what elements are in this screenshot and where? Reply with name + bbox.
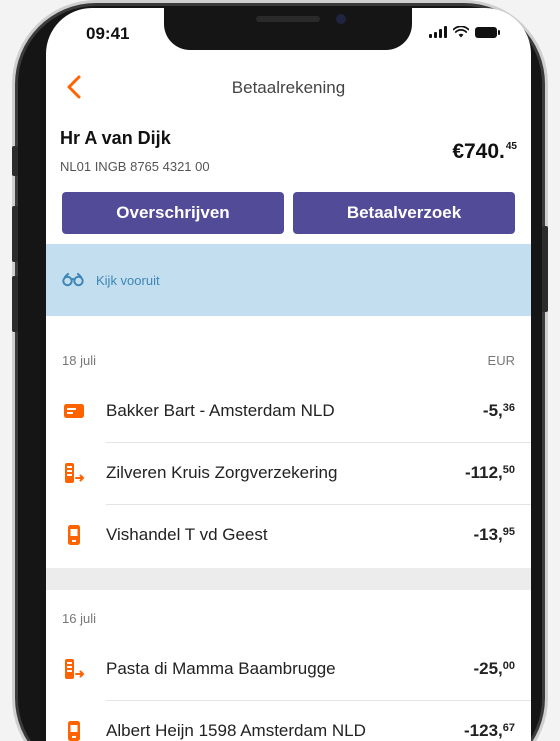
transaction-amount: -5,36 [483, 401, 515, 421]
transaction-amount: -13,95 [473, 525, 515, 545]
action-buttons: Overschrijven Betaalverzoek [62, 192, 515, 234]
transfer-button[interactable]: Overschrijven [62, 192, 284, 234]
amount-cents: 50 [502, 464, 515, 476]
transaction-row[interactable]: Zilveren Kruis Zorgverzekering -112,50 [46, 442, 531, 504]
notch [164, 8, 412, 50]
nav-bar: Betaalrekening [46, 70, 531, 106]
date-header: 18 juli EUR [46, 340, 531, 380]
transaction-amount: -25,00 [473, 659, 515, 679]
look-ahead-banner[interactable]: Kijk vooruit [46, 244, 531, 316]
amount-main: -25, [473, 659, 503, 678]
amount-main: -5, [482, 401, 503, 420]
volume-down-button [12, 276, 18, 332]
transaction-name: Pasta di Mamma Baambrugge [106, 659, 336, 678]
volume-up-button [12, 206, 18, 262]
transaction-name: Vishandel T vd Geest [106, 525, 268, 544]
amount-cents: 95 [502, 526, 515, 538]
wifi-icon [453, 26, 469, 38]
balance-main: €740. [452, 140, 505, 163]
date-header: 16 juli [46, 598, 531, 638]
page-title: Betaalrekening [231, 78, 346, 97]
transaction-row[interactable]: Pasta di Mamma Baambrugge -25,00 [46, 638, 531, 700]
section-separator [46, 568, 531, 590]
amount-main: -13, [473, 525, 503, 544]
signal-icon [429, 26, 447, 38]
transaction-amount: -123,67 [464, 721, 515, 741]
transaction-name: Zilveren Kruis Zorgverzekering [106, 463, 338, 482]
transfer-out-icon [65, 659, 85, 679]
amount-cents: 67 [502, 722, 515, 734]
amount-main: -123, [464, 721, 503, 740]
transaction-name: Albert Heijn 1598 Amsterdam NLD [106, 721, 366, 740]
phone-pay-icon [68, 525, 80, 545]
account-header: Hr A van Dijk NL01 INGB 8765 4321 00 €74… [60, 128, 517, 174]
transaction-group: 16 juli Pasta di Mamma Baambrugge -25,00… [46, 598, 531, 741]
phone-pay-icon [68, 721, 80, 741]
binoculars-icon [62, 273, 84, 287]
currency-label: EUR [487, 352, 515, 368]
payment-request-button[interactable]: Betaalverzoek [293, 192, 515, 234]
account-holder: Hr A van Dijk [60, 128, 171, 148]
status-time: 09:41 [86, 24, 130, 43]
transaction-name: Bakker Bart - Amsterdam NLD [106, 401, 335, 420]
transaction-amount: -112,50 [465, 463, 515, 483]
battery-icon [475, 27, 500, 38]
account-balance: €740.45 [452, 140, 517, 164]
speaker [256, 16, 320, 22]
phone-screen: 09:41 Betaalrekening Hr A van Dijk NL01 … [46, 8, 531, 741]
mute-switch [12, 146, 18, 176]
look-ahead-label: Kijk vooruit [96, 272, 160, 288]
date-label: 18 juli [62, 352, 96, 368]
transaction-row[interactable]: Vishandel T vd Geest -13,95 [46, 504, 531, 566]
transaction-row[interactable]: Albert Heijn 1598 Amsterdam NLD -123,67 [46, 700, 531, 741]
transaction-group: 18 juli EUR Bakker Bart - Amsterdam NLD … [46, 340, 531, 566]
balance-cents: 45 [505, 141, 517, 152]
transfer-out-icon [65, 463, 85, 483]
amount-cents: 36 [502, 402, 515, 414]
card-icon [64, 404, 84, 418]
status-icons [429, 26, 500, 38]
amount-main: -112, [464, 463, 503, 482]
power-button [542, 226, 548, 312]
account-iban: NL01 INGB 8765 4321 00 [60, 159, 210, 174]
front-camera [336, 14, 346, 24]
date-label: 16 juli [62, 610, 96, 626]
transaction-row[interactable]: Bakker Bart - Amsterdam NLD -5,36 [46, 380, 531, 442]
amount-cents: 00 [502, 660, 515, 672]
